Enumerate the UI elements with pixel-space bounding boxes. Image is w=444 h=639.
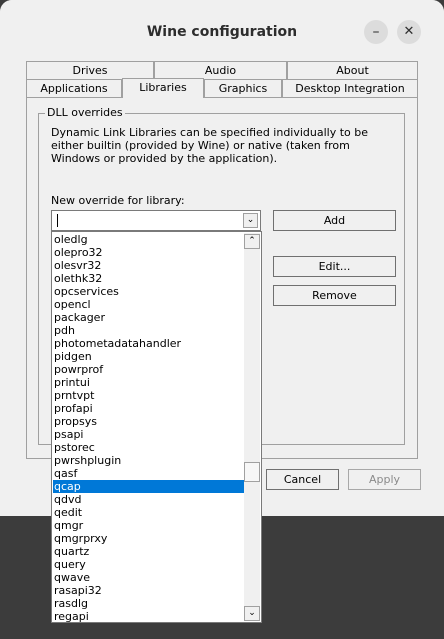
combo-dropdown-button[interactable]: ⌄ (243, 213, 258, 228)
chevron-down-icon: ⌄ (248, 608, 256, 618)
tab-drives[interactable]: Drives (26, 61, 154, 79)
chevron-up-icon: ⌃ (248, 236, 256, 246)
apply-button[interactable]: Apply (348, 469, 421, 490)
list-item[interactable]: olethk32 (53, 272, 245, 285)
list-item[interactable]: packager (53, 311, 245, 324)
list-item[interactable]: pstorec (53, 441, 245, 454)
list-item[interactable]: powrprof (53, 363, 245, 376)
scroll-up-button[interactable]: ⌃ (244, 234, 260, 249)
scroll-thumb[interactable] (244, 462, 260, 482)
list-item[interactable]: opcservices (53, 285, 245, 298)
new-override-label: New override for library: (51, 194, 185, 207)
cancel-button[interactable]: Cancel (266, 469, 339, 490)
list-item[interactable]: qwave (53, 571, 245, 584)
list-item[interactable]: olepro32 (53, 246, 245, 259)
list-item[interactable]: prntvpt (53, 389, 245, 402)
tab-audio[interactable]: Audio (154, 61, 287, 79)
scroll-down-button[interactable]: ⌄ (244, 606, 260, 621)
list-item[interactable]: qedit (53, 506, 245, 519)
tab-applications[interactable]: Applications (26, 79, 122, 97)
list-item[interactable]: qcap (53, 480, 245, 493)
list-item[interactable]: rasdlg (53, 597, 245, 610)
list-item[interactable]: query (53, 558, 245, 571)
list-item[interactable]: quartz (53, 545, 245, 558)
chevron-down-icon: ⌄ (246, 215, 255, 225)
library-dropdown-list[interactable]: oledlg olepro32 olesvr32 olethk32 opcservice… (51, 231, 262, 623)
library-combobox[interactable]: ⌄ (51, 210, 261, 231)
description-text: Dynamic Link Libraries can be specified … (51, 126, 369, 165)
list-item[interactable]: qmgrprxy (53, 532, 245, 545)
title-bar: Wine configuration – ✕ (0, 0, 444, 63)
list-item[interactable]: qdvd (53, 493, 245, 506)
list-item[interactable]: propsys (53, 415, 245, 428)
edit-button[interactable]: Edit... (273, 256, 396, 277)
text-caret (57, 214, 58, 227)
list-item[interactable]: olesvr32 (53, 259, 245, 272)
list-item[interactable]: photometadatahandler (53, 337, 245, 350)
list-item[interactable]: regapi (53, 610, 245, 622)
dropdown-scrollbar[interactable]: ⌃ ⌄ (244, 233, 260, 621)
close-button[interactable]: ✕ (397, 20, 421, 44)
list-item[interactable]: printui (53, 376, 245, 389)
list-item[interactable]: opencl (53, 298, 245, 311)
list-item[interactable]: qmgr (53, 519, 245, 532)
list-item[interactable]: pidgen (53, 350, 245, 363)
minimize-icon: – (372, 24, 380, 40)
tab-graphics[interactable]: Graphics (204, 79, 282, 97)
tab-about[interactable]: About (287, 61, 418, 79)
tab-libraries[interactable]: Libraries (122, 78, 204, 98)
list-item[interactable]: qasf (53, 467, 245, 480)
close-icon: ✕ (403, 24, 415, 39)
list-item[interactable]: rasapi32 (53, 584, 245, 597)
list-item[interactable]: profapi (53, 402, 245, 415)
list-item[interactable]: pwrshplugin (53, 454, 245, 467)
list-item[interactable]: oledlg (53, 233, 245, 246)
list-item[interactable]: psapi (53, 428, 245, 441)
add-button[interactable]: Add (273, 210, 396, 231)
tab-desktop-integration[interactable]: Desktop Integration (282, 79, 418, 97)
group-title: DLL overrides (45, 106, 125, 119)
minimize-button[interactable]: – (364, 20, 388, 44)
list-item[interactable]: pdh (53, 324, 245, 337)
remove-button[interactable]: Remove (273, 285, 396, 306)
